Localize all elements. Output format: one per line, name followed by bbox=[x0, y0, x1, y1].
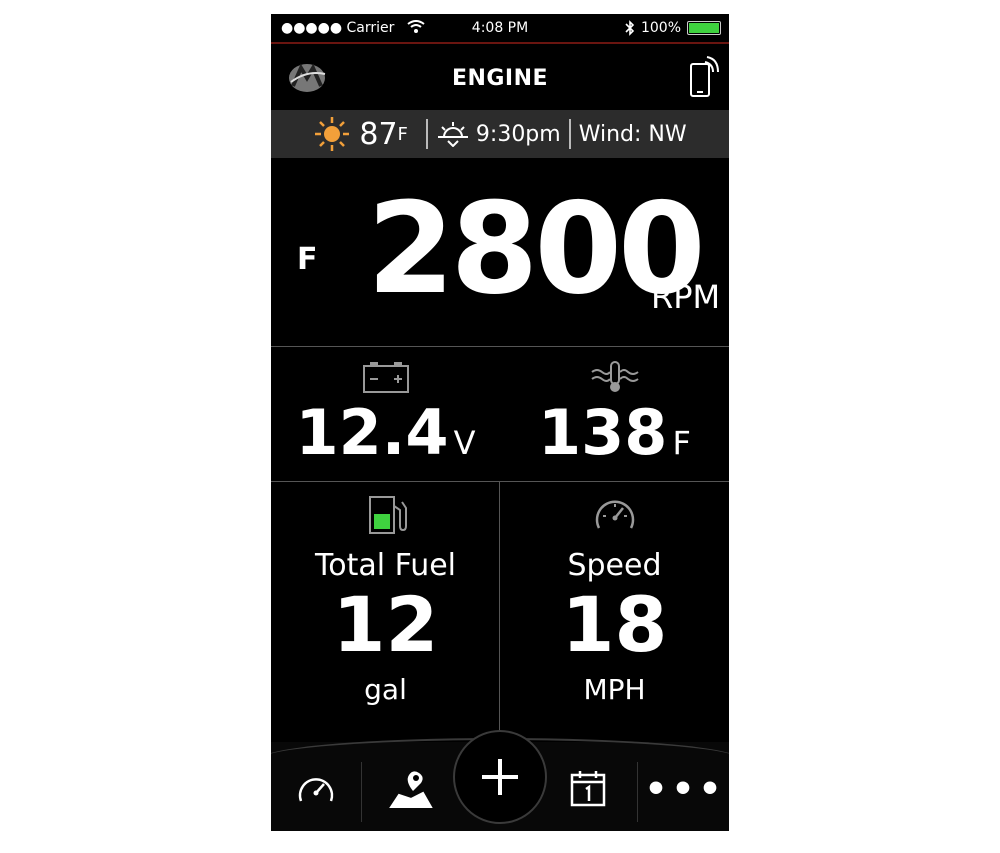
add-button[interactable] bbox=[453, 730, 547, 824]
status-right: 100% bbox=[625, 20, 721, 36]
rpm-panel[interactable]: F 2800 RPM bbox=[271, 158, 729, 346]
sun-icon bbox=[315, 117, 350, 151]
page-title: ENGINE bbox=[451, 66, 549, 91]
wind-direction: Wind: NW bbox=[578, 121, 687, 147]
tab-more[interactable]: ••• bbox=[641, 754, 729, 824]
battery-icon bbox=[362, 362, 409, 393]
weather-bar: 87 F 9:30pm Wind: NW bbox=[271, 110, 729, 158]
divider bbox=[271, 481, 729, 482]
tab-gauges[interactable] bbox=[271, 754, 361, 824]
fuel-pump-icon bbox=[368, 496, 407, 534]
divider bbox=[271, 346, 729, 347]
engine-side-label: F bbox=[297, 242, 318, 277]
voltage-value: 12.4 bbox=[295, 396, 449, 469]
weather-separator bbox=[425, 119, 428, 149]
speed-unit: MPH bbox=[583, 673, 646, 706]
speed-label: Speed bbox=[567, 548, 662, 583]
phone-screen: ●●●●● Carrier 4:08 PM 100% ENGINE 87 F 9… bbox=[271, 14, 729, 831]
calendar-icon bbox=[570, 771, 606, 807]
water-temp-tile[interactable]: 138 F bbox=[500, 360, 729, 464]
water-temp-value: 138 bbox=[538, 396, 668, 469]
tab-calendar[interactable] bbox=[543, 754, 633, 824]
speed-value: 18 bbox=[561, 580, 668, 669]
phone-connect-icon[interactable] bbox=[687, 56, 719, 104]
fuel-label: Total Fuel bbox=[314, 548, 457, 583]
battery-icon bbox=[687, 21, 721, 35]
bluetooth-icon bbox=[625, 20, 635, 36]
rpm-unit: RPM bbox=[651, 278, 721, 316]
bottom-tab-bar: ••• bbox=[271, 730, 729, 831]
plus-icon bbox=[482, 759, 518, 795]
status-bar: ●●●●● Carrier 4:08 PM 100% bbox=[271, 14, 729, 44]
speedometer-icon bbox=[595, 500, 634, 529]
fuel-tile[interactable]: Total Fuel 12 gal bbox=[271, 494, 500, 706]
battery-percent: 100% bbox=[640, 20, 681, 36]
more-icon: ••• bbox=[644, 768, 726, 810]
fuel-unit: gal bbox=[364, 673, 407, 706]
fuel-level-fill bbox=[373, 514, 390, 529]
speed-tile[interactable]: Speed 18 MPH bbox=[500, 494, 729, 706]
gauge-icon bbox=[298, 778, 334, 802]
sunset-icon bbox=[437, 122, 468, 147]
temperature-unit: F bbox=[397, 123, 408, 145]
fuel-value: 12 bbox=[332, 580, 439, 669]
tab-separator bbox=[637, 762, 638, 822]
map-pin-icon bbox=[389, 771, 433, 808]
water-temp-unit: F bbox=[672, 424, 691, 462]
nav-header: ENGINE bbox=[271, 44, 729, 110]
weather-separator bbox=[568, 119, 571, 149]
voltage-unit: V bbox=[453, 424, 476, 462]
battery-voltage-tile[interactable]: 12.4 V bbox=[271, 360, 500, 464]
temperature-value: 87 bbox=[359, 116, 398, 152]
sunset-time: 9:30pm bbox=[475, 121, 561, 147]
water-temperature-icon bbox=[590, 361, 639, 392]
tab-separator bbox=[361, 762, 362, 822]
tab-map[interactable] bbox=[366, 754, 456, 824]
battery-fill bbox=[689, 23, 719, 33]
